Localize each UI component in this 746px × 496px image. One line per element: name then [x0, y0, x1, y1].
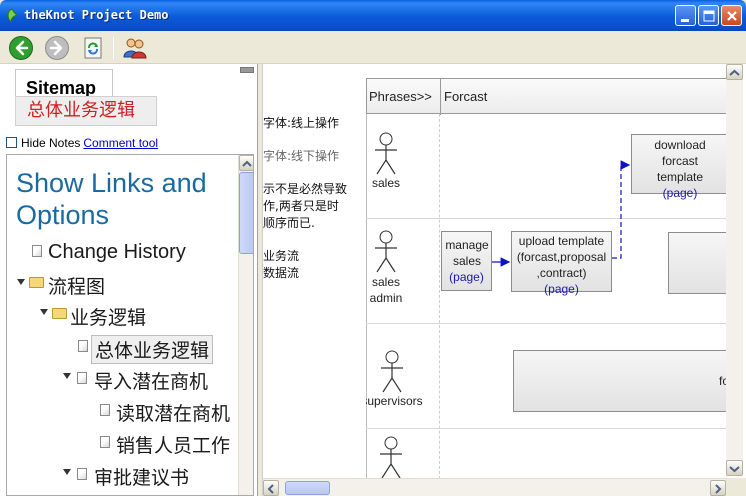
tree-item-business-logic[interactable]: 业务逻辑	[70, 303, 146, 330]
comment-tool-link[interactable]: Comment tool	[83, 136, 158, 150]
tree-item-import-leads[interactable]: 导入潜在商机	[94, 367, 208, 394]
scroll-right-button[interactable]	[710, 480, 726, 496]
page-icon	[78, 340, 88, 352]
diagram-pane: 字体:线上操作 字体:线下操作 示不是必然导致 作,两者只是时 顺序而已. 业务…	[262, 64, 746, 496]
hide-notes-checkbox[interactable]	[6, 137, 17, 148]
tree-item-change-history[interactable]: Change History	[48, 241, 186, 264]
note-line-2: 作,两者只是时	[263, 199, 339, 213]
toolbar	[0, 31, 746, 64]
sitemap-tab[interactable]: Sitemap	[15, 69, 113, 99]
refresh-button[interactable]	[80, 35, 106, 61]
swimlane-diagram: Phrases>> Forcast sales sales admin supe…	[366, 78, 728, 478]
tree-item-sales-staff-work[interactable]: 销售人员工作	[116, 431, 230, 458]
note-line-3: 顺序而已.	[263, 216, 315, 230]
scroll-up-button[interactable]	[726, 64, 743, 80]
note-line-1: 示不是必然导致	[263, 182, 348, 196]
scroll-left-button[interactable]	[263, 480, 279, 496]
show-links-and-options-link[interactable]: Show Links and Options	[16, 167, 226, 231]
page-icon	[100, 404, 110, 416]
sitemap-scrollbar[interactable]	[238, 155, 253, 495]
maximize-icon	[703, 10, 715, 22]
chevron-down-icon	[729, 466, 740, 473]
diagram-horizontal-scrollbar[interactable]	[263, 478, 726, 496]
hide-notes-row: Hide Notes Comment tool	[6, 136, 158, 150]
users-icon	[123, 38, 147, 59]
minimize-icon	[681, 19, 689, 22]
app-logo-icon	[7, 8, 19, 23]
expand-arrow-icon[interactable]	[63, 469, 71, 475]
chevron-up-icon	[242, 160, 252, 167]
page-icon	[77, 372, 87, 384]
expand-arrow-icon[interactable]	[63, 373, 71, 379]
sitemap-tree: Show Links and Options Change History 流程…	[6, 154, 254, 496]
scroll-thumb[interactable]	[239, 172, 253, 254]
scroll-down-button[interactable]	[726, 460, 743, 476]
folder-icon	[52, 308, 67, 319]
close-icon	[727, 11, 737, 21]
tree-item-approve-proposal[interactable]: 审批建议书	[94, 463, 189, 490]
forward-arrow-icon	[45, 36, 69, 60]
maximize-button[interactable]	[698, 5, 719, 26]
page-icon	[77, 468, 87, 480]
tree-item-flowchart[interactable]: 流程图	[48, 272, 105, 299]
scroll-up-button[interactable]	[239, 155, 253, 171]
refresh-icon	[84, 37, 102, 59]
hide-notes-label: Hide Notes	[21, 136, 81, 150]
chevron-right-icon	[715, 484, 722, 494]
horizontal-scroll-thumb[interactable]	[285, 481, 330, 495]
tree-item-overall-business-logic[interactable]: 总体业务逻辑	[91, 335, 214, 364]
arrow-upload-to-download	[612, 160, 631, 259]
note-data-flow: 数据流	[263, 266, 300, 280]
chevron-up-icon	[729, 69, 740, 76]
connector-lines	[492, 160, 631, 267]
expand-arrow-icon[interactable]	[40, 309, 48, 315]
tree-item-read-leads[interactable]: 读取潜在商机	[116, 399, 230, 426]
toolbar-separator	[113, 37, 114, 59]
users-button[interactable]	[122, 35, 148, 61]
sitemap-pane: Sitemap 总体业务逻辑 Hide Notes Comment tool Sh…	[0, 64, 258, 496]
chevron-left-icon	[267, 484, 274, 494]
note-offline-operation: 字体:线下操作	[263, 149, 340, 163]
current-page-title: 总体业务逻辑	[15, 96, 157, 126]
back-button[interactable]	[8, 35, 34, 61]
title-bar: theKnot Project Demo	[0, 0, 746, 31]
back-arrow-icon	[9, 36, 33, 60]
folder-icon	[29, 277, 44, 288]
page-icon	[100, 436, 110, 448]
close-button[interactable]	[721, 5, 742, 26]
forward-button[interactable]	[44, 35, 70, 61]
page-icon	[32, 245, 42, 257]
window-title: theKnot Project Demo	[24, 8, 169, 22]
note-business-flow: 业务流	[263, 249, 300, 263]
app-window: theKnot Project Demo Sitemap 总体业务逻辑 Hide…	[0, 0, 746, 496]
diagram-vertical-scrollbar[interactable]	[726, 64, 743, 476]
pane-collapse-handle[interactable]	[240, 67, 254, 73]
minimize-button[interactable]	[675, 5, 696, 26]
scrollbar-corner	[726, 478, 746, 496]
expand-arrow-icon[interactable]	[17, 279, 25, 285]
note-online-operation: 字体:线上操作	[263, 116, 340, 130]
